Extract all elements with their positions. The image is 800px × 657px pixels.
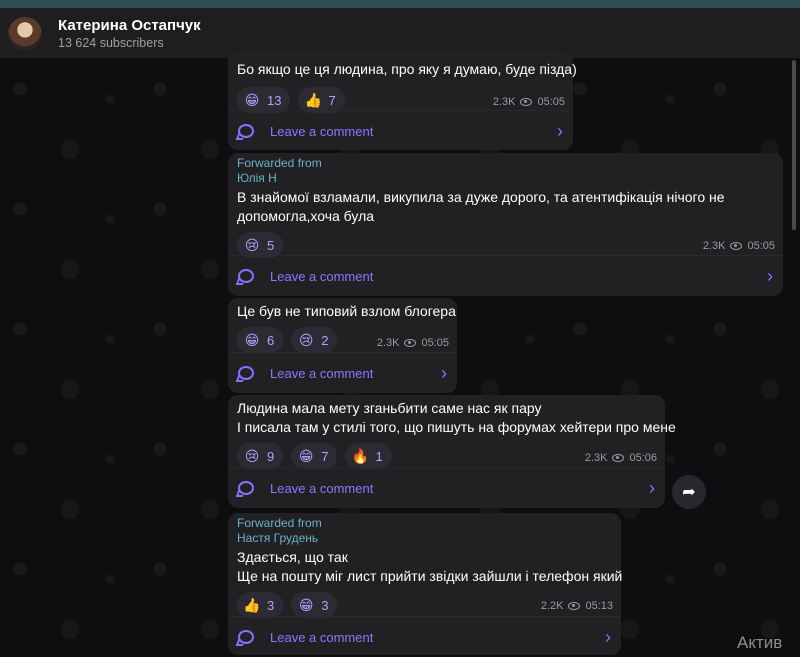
message-text-line: Бо якщо це ця людина, про яку я думаю, б… xyxy=(237,61,577,77)
reaction-chip[interactable]: 🔥 1 xyxy=(345,443,392,469)
leave-comment-label: Leave a comment xyxy=(270,365,374,381)
message-text-line: В знайомої взламали, викупила за дуже до… xyxy=(237,189,725,205)
message-text-line: Людина мала мету зганьбити саме нас як п… xyxy=(237,400,542,416)
leave-comment-button[interactable]: Leave a comment › xyxy=(228,255,783,296)
share-button[interactable]: ➦ xyxy=(672,475,706,509)
message-time: 05:05 xyxy=(421,337,449,349)
chevron-right-icon: › xyxy=(557,121,563,141)
channel-title: Катерина Остапчук xyxy=(58,17,201,34)
reaction-chip[interactable]: 😁 6 xyxy=(237,327,284,353)
chevron-right-icon: › xyxy=(605,627,611,647)
message-meta: 2.3K 05:05 xyxy=(703,240,775,252)
reaction-count: 2 xyxy=(321,332,329,348)
thumbs-up-emoji-icon: 👍 xyxy=(243,597,261,613)
leave-comment-label: Leave a comment xyxy=(270,480,374,496)
message-meta: 2.3K 05:06 xyxy=(585,452,657,464)
message-meta: 2.3K 05:05 xyxy=(377,337,449,349)
eye-icon xyxy=(612,454,625,462)
reaction-chip[interactable]: 😁 7 xyxy=(291,443,338,469)
message-text-line: Ще на пошту міг лист прийти звідки зайшл… xyxy=(237,568,623,584)
subscriber-count: 13 624 subscribers xyxy=(58,36,164,50)
chevron-right-icon: › xyxy=(441,363,447,383)
message-time: 05:05 xyxy=(747,240,775,252)
leave-comment-button[interactable]: Leave a comment › xyxy=(228,616,621,657)
message-time: 05:05 xyxy=(537,96,565,108)
eye-icon xyxy=(730,242,743,250)
reaction-count: 9 xyxy=(267,448,275,464)
eye-icon xyxy=(404,339,417,347)
message-text-line: допомогла,хоча була xyxy=(237,208,375,224)
grin-emoji-icon: 😁 xyxy=(298,448,314,464)
view-count: 2.3K xyxy=(376,337,400,349)
eye-icon xyxy=(520,98,533,106)
view-count: 2.2K xyxy=(540,600,564,612)
message-time: 05:06 xyxy=(629,452,657,464)
message-bubble: Forwarded from Настя Грудень Здається, щ… xyxy=(228,513,623,657)
reaction-count: 5 xyxy=(267,237,275,253)
cry-emoji-icon: 😢 xyxy=(244,448,260,464)
activation-watermark: Актив xyxy=(737,633,783,652)
reaction-count: 7 xyxy=(321,448,329,464)
comment-bubble-icon xyxy=(238,366,254,380)
grin-emoji-icon: 😁 xyxy=(244,332,260,348)
forwarded-from-label: Forwarded from xyxy=(237,516,322,530)
scrollbar[interactable] xyxy=(792,60,796,230)
reaction-count: 13 xyxy=(267,92,282,108)
thumbs-up-emoji-icon: 👍 xyxy=(304,92,323,108)
message-text-line: Здається, що так xyxy=(237,549,348,565)
reaction-chip[interactable]: 👍 3 xyxy=(237,592,284,618)
leave-comment-label: Leave a comment xyxy=(270,123,374,139)
leave-comment-button[interactable]: Leave a comment › xyxy=(228,467,665,508)
message-bubble: Forwarded from Юлія Н В знайомої взламал… xyxy=(228,153,783,296)
reaction-count: 3 xyxy=(321,597,329,613)
reaction-chip[interactable]: 😢 9 xyxy=(237,443,284,469)
comment-bubble-icon xyxy=(238,630,254,644)
leave-comment-label: Leave a comment xyxy=(270,629,374,645)
comment-bubble-icon xyxy=(238,481,254,495)
leave-comment-button[interactable]: Leave a comment › xyxy=(228,110,573,151)
share-arrow-icon: ➦ xyxy=(682,484,696,501)
comment-bubble-icon xyxy=(238,124,254,138)
forwarded-author[interactable]: Настя Грудень xyxy=(237,531,622,546)
forwarded-from-label: Forwarded from xyxy=(237,156,322,170)
comment-bubble-icon xyxy=(238,269,254,283)
reaction-count: 3 xyxy=(267,597,275,613)
eye-icon xyxy=(568,602,581,610)
cry-emoji-icon: 😢 xyxy=(298,332,314,348)
reaction-count: 6 xyxy=(267,332,275,348)
message-time: 05:13 xyxy=(585,600,613,612)
view-count: 2.3K xyxy=(492,96,516,108)
view-count: 2.3K xyxy=(584,452,608,464)
message-meta: 2.2K 05:13 xyxy=(541,600,613,612)
message-text-line: Це був не типовий взлом блогера xyxy=(237,303,456,319)
message-text-line: І писала там у стилі того, що пишуть на … xyxy=(237,419,676,435)
message-bubble: Це був не типовий взлом блогера 😁 6 😢 2 … xyxy=(228,298,457,393)
channel-avatar[interactable] xyxy=(8,17,42,51)
window-top-strip xyxy=(0,0,800,8)
message-bubble: Бо якщо це ця людина, про яку я думаю, б… xyxy=(228,50,577,151)
leave-comment-button[interactable]: Leave a comment › xyxy=(228,352,457,393)
chevron-right-icon: › xyxy=(649,478,655,498)
fire-emoji-icon: 🔥 xyxy=(351,448,370,464)
message-meta: 2.3K 05:05 xyxy=(493,96,565,108)
reaction-count: 1 xyxy=(375,448,383,464)
leave-comment-label: Leave a comment xyxy=(270,268,374,284)
reaction-count: 7 xyxy=(328,92,336,108)
grin-emoji-icon: 😁 xyxy=(244,92,260,108)
cry-emoji-icon: 😢 xyxy=(244,237,260,253)
view-count: 2.3K xyxy=(702,240,726,252)
message-bubble: Людина мала мету зганьбити саме нас як п… xyxy=(228,395,676,508)
reaction-chip[interactable]: 😢 2 xyxy=(291,327,338,353)
reaction-chip[interactable]: 😁 3 xyxy=(291,592,338,618)
forwarded-author[interactable]: Юлія Н xyxy=(237,171,725,186)
chevron-right-icon: › xyxy=(767,266,773,286)
grin-emoji-icon: 😁 xyxy=(298,597,314,613)
